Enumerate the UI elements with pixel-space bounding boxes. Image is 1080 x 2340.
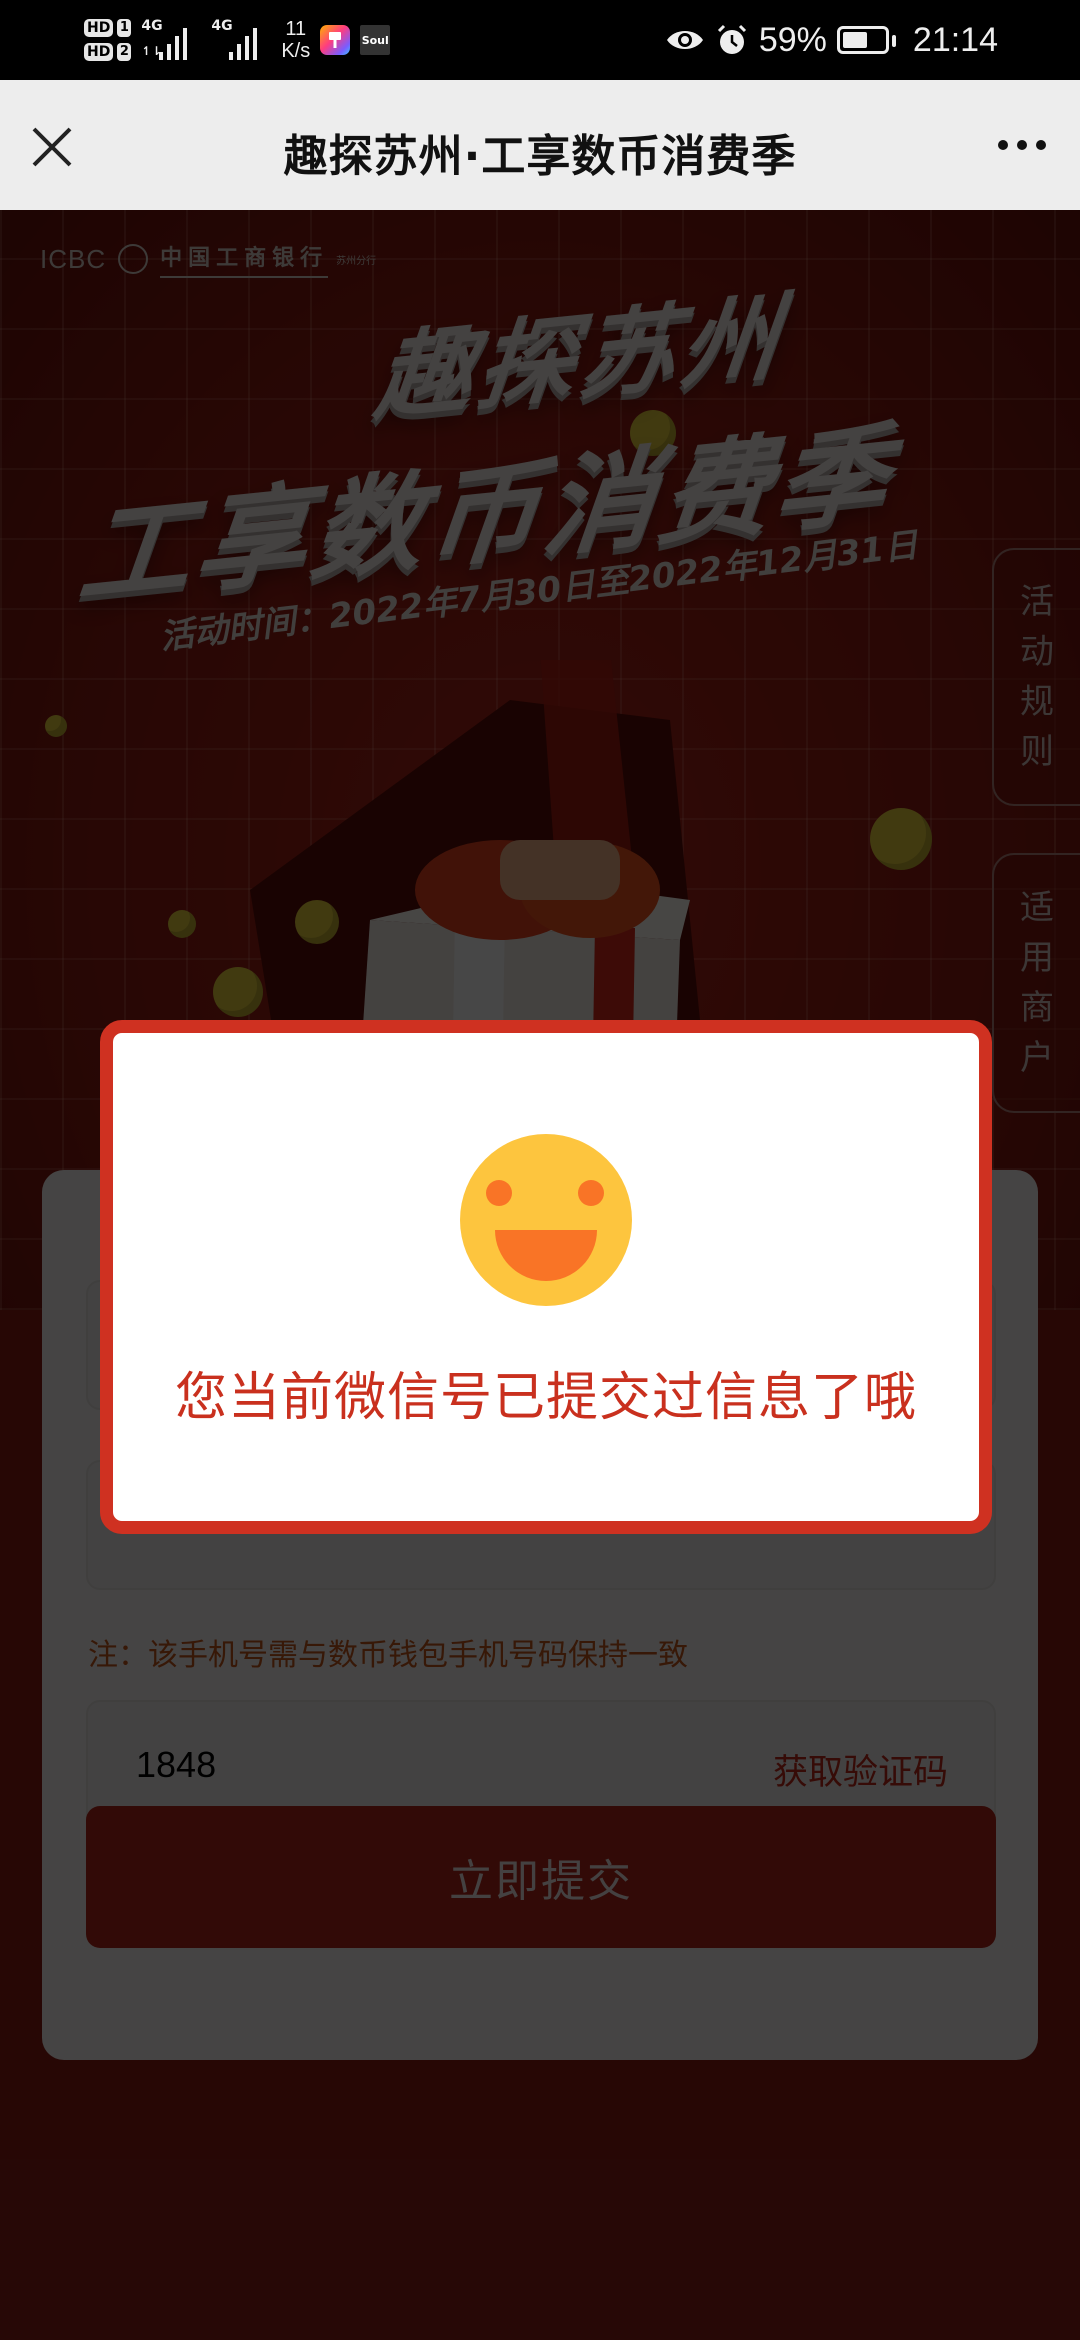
soul-app-icon: Soul xyxy=(360,25,391,55)
page-title: 趣探苏州·工享数币消费季 xyxy=(283,131,797,182)
more-dot-icon xyxy=(998,140,1008,150)
paint-brush-app-icon xyxy=(320,25,351,55)
hd-badge: HD xyxy=(84,19,114,37)
battery-fill xyxy=(842,32,867,48)
signal-strength-icon: 4G xyxy=(211,16,271,64)
more-options-button[interactable] xyxy=(992,132,1052,158)
battery-percent: 59% xyxy=(758,20,827,59)
title-bar: 趣探苏州·工享数币消费季 xyxy=(0,80,1080,210)
clock-time: 21:14 xyxy=(912,20,998,59)
smiley-face-icon xyxy=(460,1134,632,1306)
already-submitted-dialog: 您当前微信号已提交过信息了哦 xyxy=(100,1020,992,1534)
eye-icon xyxy=(666,31,703,49)
network-speed: 11 K/s xyxy=(281,18,310,62)
dialog-message: 您当前微信号已提交过信息了哦 xyxy=(174,1368,917,1428)
network-speed-unit: K/s xyxy=(281,40,311,62)
battery-icon xyxy=(836,26,896,54)
status-bar: HD 1 HD 2 4G ↿⇂ 4G 11 K/s Soul 59% 21:14 xyxy=(0,0,1080,80)
sim-indicators: HD 1 HD 2 xyxy=(84,19,132,61)
alarm-clock-icon xyxy=(717,24,746,54)
more-dot-icon xyxy=(1036,140,1046,150)
network-speed-value: 11 xyxy=(285,18,307,40)
more-dot-icon xyxy=(1017,140,1027,150)
sim2-number: 2 xyxy=(117,43,132,61)
sim1-number: 1 xyxy=(117,19,132,37)
hd-badge: HD xyxy=(84,43,114,61)
signal-strength-icon: 4G ↿⇂ xyxy=(141,16,201,64)
